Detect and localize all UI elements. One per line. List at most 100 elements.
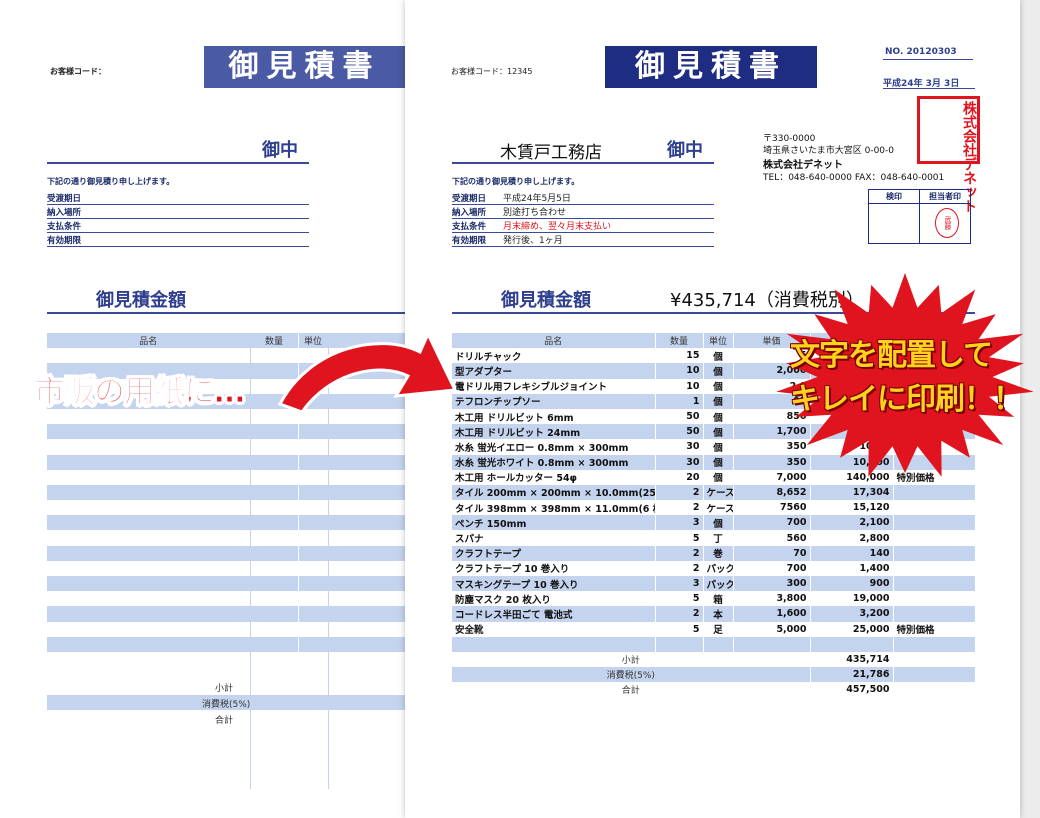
item-unit: 個	[703, 454, 734, 470]
item-name: タイル 398mm × 398mm × 11.0mm(6 枚入り)	[452, 500, 656, 516]
totals-label: 消費税(5%)	[452, 667, 811, 683]
company-tel-fax: TEL：048-640-0000 FAX：048-640-0001	[763, 173, 945, 183]
table-cell	[298, 621, 329, 637]
item-name: クラフトテープ 10 巻入り	[452, 560, 656, 576]
item-qty: 30	[655, 439, 704, 455]
item-unit: ケース	[703, 484, 734, 501]
item-unit: 巻	[703, 545, 734, 561]
item-note	[893, 606, 976, 622]
company-address: 埼玉県さいたま市大宮区 0-00-0	[763, 146, 894, 156]
form-title: 御見積書	[204, 46, 405, 88]
table-cell	[250, 469, 299, 485]
table-cell	[47, 576, 251, 592]
item-amount: 900	[810, 576, 894, 592]
table-cell	[298, 454, 329, 470]
left-tax-row: 消費税(5%)	[47, 695, 405, 710]
item-note	[893, 545, 976, 561]
table-cell	[298, 606, 329, 622]
totals-label: 合計	[452, 682, 811, 698]
table-row	[47, 636, 406, 652]
item-unit-price: 8,652	[733, 484, 811, 501]
table-cell	[328, 439, 406, 455]
table-cell	[328, 591, 406, 607]
table-row: 防塵マスク 20 枚入り 5 箱 3,800 19,000	[452, 591, 976, 607]
table-cell	[250, 454, 299, 470]
item-unit: 個	[703, 363, 734, 379]
item-name: 水糸 蛍光イエロー 0.8mm × 300mm	[452, 439, 656, 455]
table-cell	[250, 530, 299, 546]
divider	[883, 88, 975, 89]
table-cell	[298, 484, 329, 501]
item-note	[893, 500, 976, 516]
item-name: 防塵マスク 20 枚入り	[452, 591, 656, 607]
table-cell	[298, 439, 329, 455]
table-cell	[47, 408, 251, 425]
table-cell	[298, 469, 329, 485]
personal-seal: 武藤	[935, 208, 959, 238]
table-cell	[47, 530, 251, 546]
table-cell	[47, 545, 251, 561]
item-qty: 1	[655, 393, 704, 409]
table-cell	[328, 576, 406, 592]
table-row	[452, 636, 976, 652]
totals-row: 合計 457,500	[452, 682, 976, 698]
table-cell	[328, 606, 406, 622]
form-title: 御見積書	[605, 46, 817, 88]
totals-value: 21,786	[810, 667, 894, 683]
table-row	[47, 515, 406, 531]
table-cell	[47, 591, 251, 607]
item-amount: 25,000	[810, 621, 894, 637]
totals-row: 消費税(5%) 21,786	[452, 667, 976, 683]
table-row: マスキングテープ 10 巻入り 3 パック 300 900	[452, 576, 976, 592]
info-label-delivery: 受渡期日	[47, 194, 82, 204]
item-name: 安全靴	[452, 621, 656, 637]
item-unit: 箱	[703, 591, 734, 607]
info-label: 有効期限	[452, 236, 487, 246]
info-label: 納入場所	[452, 208, 487, 218]
table-cell	[250, 515, 299, 531]
table-row: タイル 398mm × 398mm × 11.0mm(6 枚入り)2ケース756…	[452, 500, 976, 516]
item-unit: ケース	[703, 500, 734, 516]
info-value: 別途打ち合わせ	[503, 208, 567, 218]
item-note: 特別価格	[893, 621, 976, 637]
total-label: 合計	[215, 716, 234, 726]
item-amount: 17,304	[810, 484, 894, 501]
item-name: 水糸 蛍光ホワイト 0.8mm × 300mm	[452, 454, 656, 470]
item-name: コードレス半田ごて 電池式	[452, 606, 656, 622]
table-cell	[733, 636, 811, 652]
table-cell	[47, 469, 251, 485]
item-note	[893, 530, 976, 546]
item-qty: 50	[655, 424, 704, 440]
table-cell	[250, 651, 299, 668]
table-row: スパナ 5 丁 560 2,800	[452, 530, 976, 546]
table-row: コードレス半田ごて 電池式 2 本 1,600 3,200	[452, 606, 976, 622]
customer-name: 木賃戸工務店	[500, 143, 602, 163]
divider	[47, 204, 309, 205]
item-note	[893, 484, 976, 501]
seal-text: 株式会社デネット	[961, 101, 977, 213]
divider	[919, 203, 920, 243]
item-unit-price: 5,000	[733, 621, 811, 637]
item-qty: 3	[655, 576, 704, 592]
item-note	[893, 515, 976, 531]
info-value: 月末締め、翌々月末支払い	[503, 222, 612, 232]
table-cell	[328, 469, 406, 485]
table-cell	[250, 439, 299, 455]
table-cell	[47, 651, 251, 668]
totals-value: 435,714	[810, 651, 894, 668]
header-unit: 単位	[703, 333, 734, 349]
table-row: ペンチ 150mm 3 個 700 2,100	[452, 515, 976, 531]
table-cell	[328, 621, 406, 637]
table-row	[47, 560, 406, 576]
table-row: 安全靴 5 足 5,000 25,000 特別価格	[452, 621, 976, 637]
table-cell	[250, 560, 299, 576]
table-row	[47, 651, 406, 668]
item-unit-price: 300	[733, 576, 811, 592]
amount-label: 御見積金額	[96, 290, 186, 311]
item-unit: パック	[703, 576, 734, 592]
table-cell	[328, 484, 406, 501]
item-qty: 10	[655, 363, 704, 379]
table-cell	[47, 621, 251, 637]
item-qty: 50	[655, 408, 704, 425]
stamp-header-check: 検印	[869, 190, 920, 204]
